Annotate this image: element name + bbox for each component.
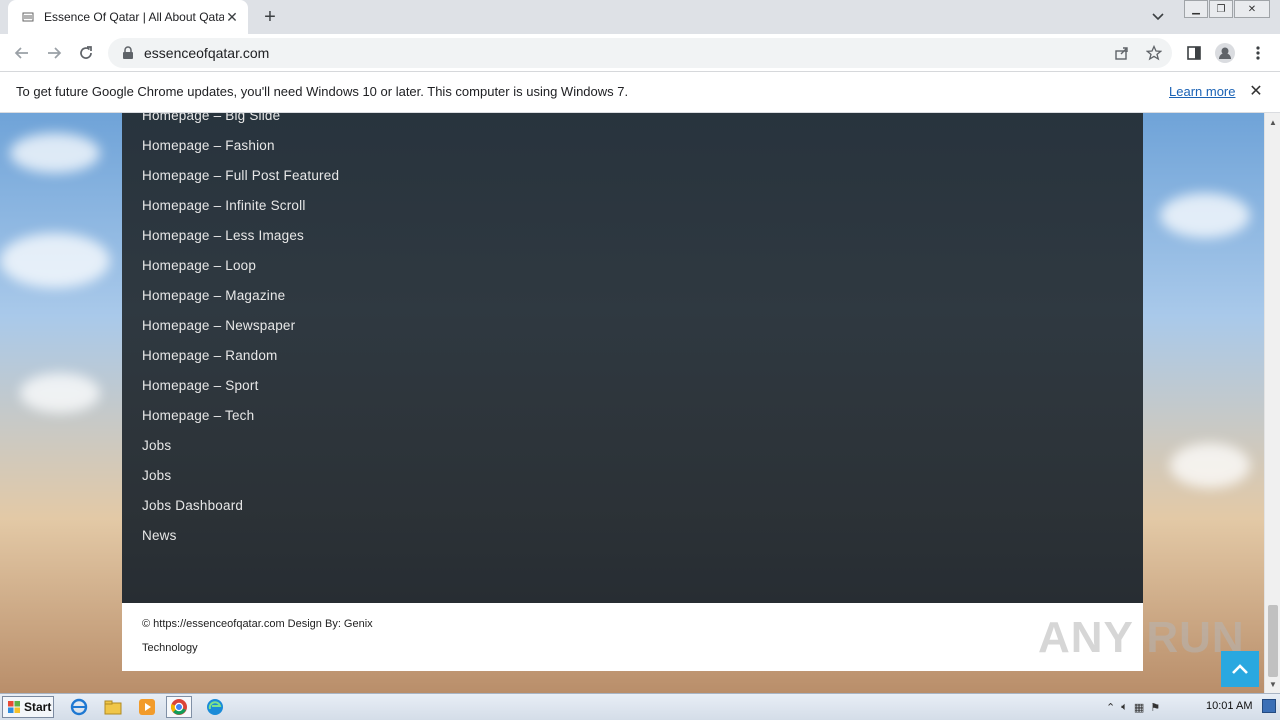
- copyright-text: © https://essenceofqatar.com Design By: …: [142, 618, 373, 630]
- background-cloud: [1170, 443, 1250, 488]
- system-tray: ⌃ 🔈︎ ▦ ⚑: [1106, 697, 1166, 717]
- bookmark-star-icon[interactable]: [1143, 42, 1165, 64]
- network-icon[interactable]: ▦: [1134, 701, 1144, 714]
- scroll-to-top-button[interactable]: [1221, 651, 1259, 687]
- update-infobar: To get future Google Chrome updates, you…: [0, 72, 1280, 113]
- menu-link-sport[interactable]: Homepage – Sport: [142, 378, 259, 393]
- internet-explorer-icon[interactable]: [66, 696, 92, 718]
- chrome-taskbar-icon[interactable]: [166, 696, 192, 718]
- footer-menu-panel: Homepage – Big Slide Homepage – Fashion …: [122, 113, 1143, 603]
- learn-more-link[interactable]: Learn more: [1169, 84, 1235, 99]
- tray-expand-icon[interactable]: ⌃: [1106, 701, 1115, 714]
- lock-icon[interactable]: [122, 46, 134, 60]
- menu-link-magazine[interactable]: Homepage – Magazine: [142, 288, 285, 303]
- action-center-flag-icon[interactable]: ⚑: [1150, 701, 1160, 714]
- tab-strip: Essence Of Qatar | All About Qatar ✕ + ▁…: [0, 0, 1280, 34]
- tab-close-icon[interactable]: ✕: [224, 9, 240, 25]
- tab-title: Essence Of Qatar | All About Qatar: [44, 10, 224, 24]
- scroll-up-arrow-icon[interactable]: ▲: [1265, 115, 1280, 129]
- media-player-icon[interactable]: [134, 696, 160, 718]
- forward-arrow-icon[interactable]: [43, 42, 65, 64]
- browser-tab[interactable]: Essence Of Qatar | All About Qatar ✕: [8, 0, 248, 34]
- page-scrollbar[interactable]: ▲ ▼: [1264, 113, 1280, 693]
- taskbar-clock[interactable]: 10:01 AM: [1206, 700, 1252, 712]
- menu-kebab-icon[interactable]: [1247, 42, 1269, 64]
- volume-icon[interactable]: 🔈︎: [1121, 701, 1128, 714]
- file-explorer-icon[interactable]: [100, 696, 126, 718]
- windows-taskbar: Start ⌃ 🔈︎ ▦ ⚑ 10:01 AM: [0, 693, 1280, 720]
- menu-link-newspaper[interactable]: Homepage – Newspaper: [142, 318, 295, 333]
- menu-link-fashion[interactable]: Homepage – Fashion: [142, 138, 275, 153]
- background-cloud: [20, 373, 100, 413]
- start-button[interactable]: Start: [2, 696, 54, 718]
- windows-flag-icon: [8, 701, 20, 713]
- tab-search-chevron-icon[interactable]: [1150, 8, 1170, 26]
- share-icon[interactable]: [1111, 42, 1133, 64]
- menu-link-less-images[interactable]: Homepage – Less Images: [142, 228, 304, 243]
- edge-icon[interactable]: [202, 696, 228, 718]
- anyrun-watermark: ANY RUN: [1038, 613, 1245, 662]
- profile-avatar-icon[interactable]: [1214, 42, 1236, 64]
- address-bar[interactable]: essenceofqatar.com: [108, 38, 1172, 68]
- menu-link-infinite-scroll[interactable]: Homepage – Infinite Scroll: [142, 198, 306, 213]
- menu-link-jobs[interactable]: Jobs: [142, 468, 171, 483]
- background-cloud: [1160, 193, 1250, 238]
- minimize-icon[interactable]: ▁: [1184, 0, 1208, 18]
- menu-link-full-post-featured[interactable]: Homepage – Full Post Featured: [142, 168, 339, 183]
- menu-link-news[interactable]: News: [142, 528, 177, 543]
- site-footer: © https://essenceofqatar.com Design By: …: [122, 603, 1143, 671]
- background-cloud: [10, 133, 100, 173]
- page-viewport: Homepage – Big Slide Homepage – Fashion …: [0, 113, 1264, 693]
- scroll-down-arrow-icon[interactable]: ▼: [1265, 677, 1280, 691]
- window-close-icon[interactable]: ✕: [1234, 0, 1270, 18]
- chevron-up-icon: [1232, 664, 1248, 674]
- new-tab-icon[interactable]: +: [258, 6, 282, 28]
- show-desktop-icon[interactable]: [1262, 699, 1276, 713]
- browser-toolbar: essenceofqatar.com: [0, 34, 1280, 72]
- menu-link-loop[interactable]: Homepage – Loop: [142, 258, 256, 273]
- menu-link-big-slide[interactable]: Homepage – Big Slide: [142, 113, 280, 123]
- restore-icon[interactable]: ❐: [1209, 0, 1233, 18]
- menu-link-jobs[interactable]: Jobs: [142, 438, 171, 453]
- start-label: Start: [24, 700, 52, 714]
- url-text: essenceofqatar.com: [144, 45, 270, 61]
- menu-link-random[interactable]: Homepage – Random: [142, 348, 277, 363]
- menu-link-tech[interactable]: Homepage – Tech: [142, 408, 254, 423]
- reload-icon[interactable]: [75, 42, 97, 64]
- back-arrow-icon[interactable]: [11, 42, 33, 64]
- copyright-text-continued: Technology: [142, 642, 198, 654]
- menu-link-jobs-dashboard[interactable]: Jobs Dashboard: [142, 498, 243, 513]
- infobar-message: To get future Google Chrome updates, you…: [16, 84, 629, 99]
- background-cloud: [0, 233, 110, 288]
- site-favicon-icon: [20, 9, 36, 25]
- scrollbar-thumb[interactable]: [1268, 605, 1278, 677]
- side-panel-icon[interactable]: [1183, 42, 1205, 64]
- infobar-close-icon[interactable]: ✕: [1247, 82, 1265, 100]
